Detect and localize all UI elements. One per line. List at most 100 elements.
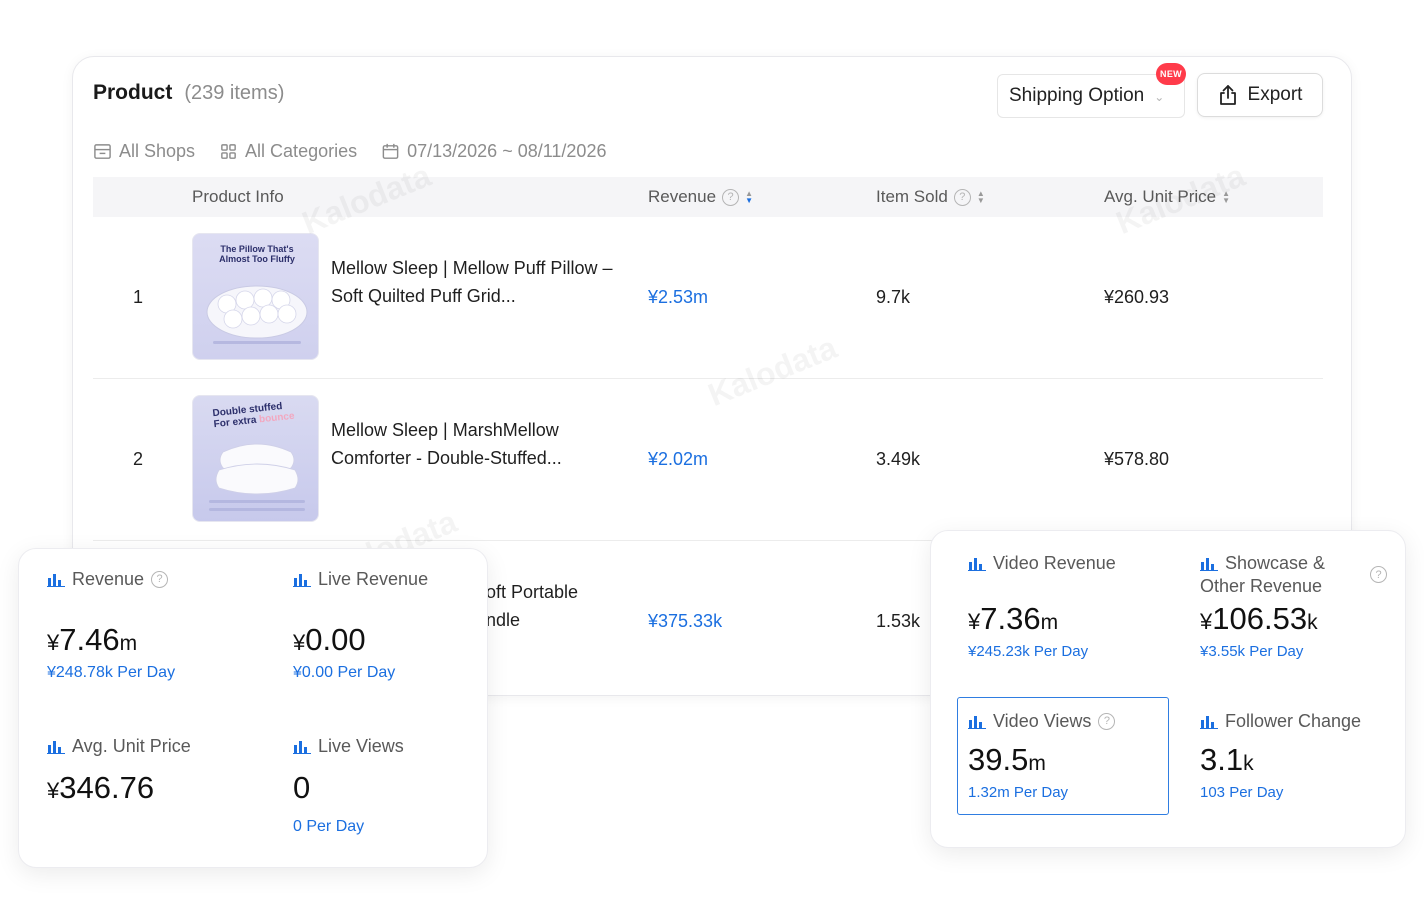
col-avg-price[interactable]: Avg. Unit Price ▲ ▼ xyxy=(1104,177,1230,217)
help-icon[interactable]: ? xyxy=(1098,713,1116,730)
stat-revenue-per-day: ¥248.78k Per Day xyxy=(47,664,176,681)
product-name[interactable]: oft Portable ndle xyxy=(486,578,626,634)
stat-video-views-per-day: 1.32m Per Day xyxy=(968,784,1069,801)
bar-chart-icon xyxy=(293,741,311,754)
sort-icon[interactable]: ▲ ▼ xyxy=(1222,190,1230,205)
bar-chart-icon xyxy=(47,574,65,587)
stat-live-views-per-day: 0 Per Day xyxy=(293,818,365,835)
stat-avg-price-label-row: Avg. Unit Price xyxy=(47,735,191,758)
stat-showcase-revenue[interactable]: Showcase & Other Revenue ¥106.53k ¥3.55k… xyxy=(1200,552,1325,660)
comforter-image xyxy=(209,443,305,511)
stat-live-revenue-per-day: ¥0.00 Per Day xyxy=(293,664,396,681)
currency: ¥ xyxy=(47,630,60,655)
stat-video-revenue-value: ¥7.36m xyxy=(968,601,1116,637)
row-item-sold: 1.53k xyxy=(876,611,921,631)
col-item-sold-label: Item Sold xyxy=(876,187,948,206)
filter-bar: All Shops All Categories 07/13/2026 ~ 08… xyxy=(93,141,606,162)
stat-video-revenue-label-row: Video Revenue xyxy=(968,552,1116,575)
bar-chart-icon xyxy=(1200,558,1218,571)
help-icon[interactable]: ? xyxy=(953,188,971,206)
table-row[interactable]: 1 The Pillow That's Almost Too Fluffy Me… xyxy=(93,217,1323,379)
col-revenue-label: Revenue xyxy=(648,187,717,206)
row-item-sold: 3.49k xyxy=(876,449,921,469)
stat-live-revenue[interactable]: Live Revenue ¥0.00 ¥0.00 Per Day xyxy=(293,568,428,682)
stat-live-views-label-row: Live Views xyxy=(293,735,404,758)
new-badge: NEW xyxy=(1156,63,1186,85)
stat-video-views-label: Video Views xyxy=(993,711,1092,731)
row-rank: 2 xyxy=(133,449,144,469)
row-rank: 1 xyxy=(133,287,144,307)
chevron-down-icon: ⌄ xyxy=(1154,90,1165,104)
shipping-option-label: Shipping Option xyxy=(1009,85,1145,106)
sort-icon[interactable]: ▲ ▼ xyxy=(745,190,753,205)
col-product-info: Product Info xyxy=(192,177,284,217)
export-button[interactable]: Export xyxy=(1197,73,1323,117)
stat-video-views-label-row: Video Views ? xyxy=(968,710,1116,733)
stat-avg-price-value: ¥346.76 xyxy=(47,770,191,806)
card-title: Product xyxy=(93,81,173,104)
product-thumbnail[interactable]: Double stuffed For extra bounce xyxy=(192,395,319,522)
value: 106.53 xyxy=(1212,601,1308,636)
stat-live-views[interactable]: Live Views 0 0 Per Day xyxy=(293,735,404,836)
filter-categories[interactable]: All Categories xyxy=(219,141,357,162)
col-avg-price-label: Avg. Unit Price xyxy=(1104,187,1217,206)
stat-showcase-label-line1: Showcase & xyxy=(1225,553,1326,573)
row-revenue: ¥375.33k xyxy=(648,611,723,631)
stat-revenue-value: ¥7.46m xyxy=(47,622,175,658)
value: 39.5 xyxy=(968,742,1029,777)
product-name-line2: ndle xyxy=(486,610,521,630)
bar-chart-icon xyxy=(968,558,986,571)
table-row[interactable]: 2 Double stuffed For extra bounce Mellow… xyxy=(93,379,1323,541)
bar-chart-icon xyxy=(1200,716,1218,729)
help-icon[interactable]: ? xyxy=(722,188,740,206)
help-icon[interactable]: ? xyxy=(1370,566,1387,583)
stat-follower-value: 3.1k xyxy=(1200,742,1361,778)
product-name-line1: oft Portable xyxy=(486,582,579,602)
col-item-sold[interactable]: Item Sold ? ▲ ▼ xyxy=(876,177,985,217)
stat-live-revenue-label-row: Live Revenue xyxy=(293,568,428,591)
row-revenue: ¥2.53m xyxy=(648,287,709,307)
help-icon[interactable]: ? xyxy=(151,571,169,588)
pillow-image xyxy=(206,285,308,344)
stat-avg-price-label: Avg. Unit Price xyxy=(72,736,191,756)
stat-follower-change[interactable]: Follower Change 3.1k 103 Per Day xyxy=(1200,710,1361,801)
currency: ¥ xyxy=(968,609,981,634)
stat-live-views-value: 0 xyxy=(293,770,311,805)
bar-chart-icon xyxy=(293,574,311,587)
filter-categories-label: All Categories xyxy=(245,141,358,161)
stat-showcase-label-row: Showcase & xyxy=(1200,552,1325,575)
filter-shops[interactable]: All Shops xyxy=(93,141,195,162)
unit: m xyxy=(1028,752,1046,775)
stat-showcase-per-day: ¥3.55k Per Day xyxy=(1200,643,1304,660)
row-avg-price: ¥260.93 xyxy=(1104,287,1170,307)
stat-follower-label: Follower Change xyxy=(1225,711,1362,731)
stat-live-revenue-value: ¥0.00 xyxy=(293,622,428,658)
sort-icon[interactable]: ▲ ▼ xyxy=(977,190,985,205)
unit: m xyxy=(1040,611,1059,634)
stat-revenue-label: Revenue xyxy=(72,569,145,589)
grid-icon xyxy=(221,144,236,159)
stat-avg-price[interactable]: Avg. Unit Price ¥346.76 xyxy=(47,735,191,806)
row-item-sold: 9.7k xyxy=(876,287,911,307)
stat-video-views[interactable]: Video Views ? 39.5m 1.32m Per Day xyxy=(968,710,1116,801)
shipping-option-select[interactable]: Shipping Option ⌄ NEW xyxy=(997,63,1186,118)
filter-date-range[interactable]: 07/13/2026 ~ 08/11/2026 xyxy=(381,141,606,162)
product-name[interactable]: Mellow Sleep | MarshMellow Comforter - D… xyxy=(331,416,621,472)
stat-revenue[interactable]: Revenue ? ¥7.46m ¥248.78k Per Day xyxy=(47,568,175,682)
product-name[interactable]: Mellow Sleep | Mellow Puff Pillow – Soft… xyxy=(331,254,621,310)
stats-card-left: Revenue ? ¥7.46m ¥248.78k Per Day Live R… xyxy=(18,548,488,868)
product-thumbnail[interactable]: The Pillow That's Almost Too Fluffy xyxy=(192,233,319,360)
share-icon xyxy=(1219,85,1236,105)
stat-video-views-value: 39.5m xyxy=(968,742,1115,778)
currency: ¥ xyxy=(1200,609,1213,634)
value: 346.76 xyxy=(59,770,155,805)
stat-video-revenue[interactable]: Video Revenue ¥7.36m ¥245.23k Per Day xyxy=(968,552,1116,660)
col-revenue[interactable]: Revenue ? ▲ ▼ xyxy=(648,177,753,217)
unit: k xyxy=(1243,752,1254,775)
stat-revenue-label-row: Revenue ? xyxy=(47,568,175,591)
stats-card-right: Video Revenue ¥7.36m ¥245.23k Per Day Sh… xyxy=(930,530,1406,848)
stat-video-revenue-label: Video Revenue xyxy=(993,553,1116,573)
currency: ¥ xyxy=(293,630,306,655)
filter-shops-label: All Shops xyxy=(119,141,196,161)
calendar-icon xyxy=(382,143,399,159)
